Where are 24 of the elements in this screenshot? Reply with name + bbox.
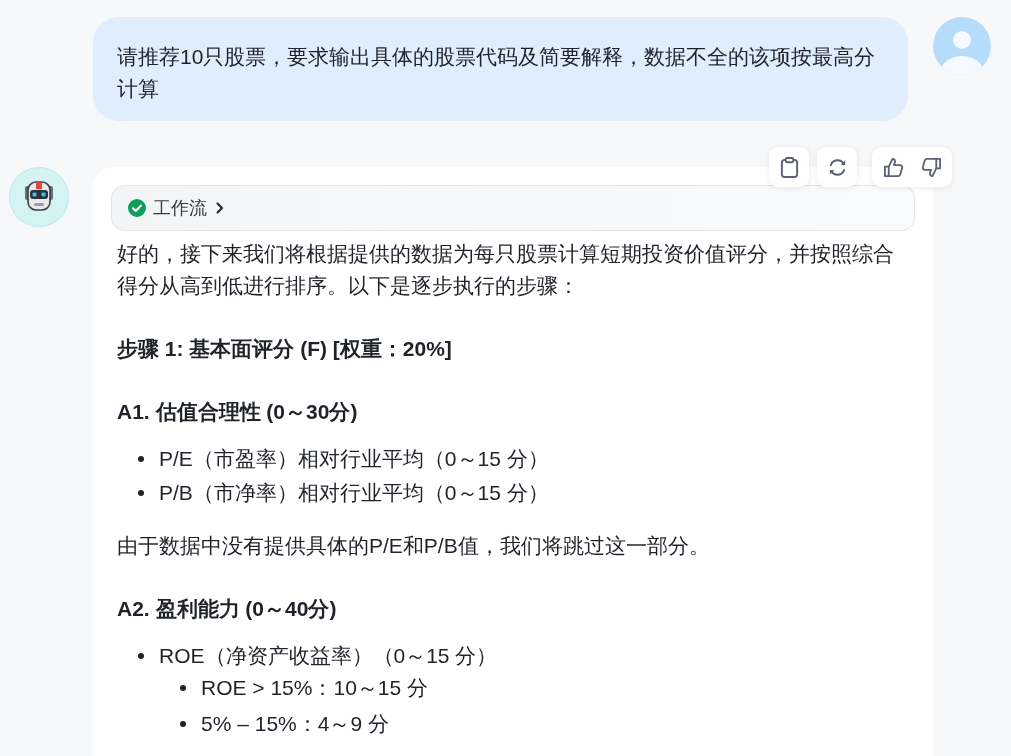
paragraph: 好的，接下来我们将根据提供的数据为每只股票计算短期投资价值评分，并按照综合得分从高到低进行排序。以下是逐步执行的步骤： bbox=[117, 241, 895, 299]
section-heading: A2. 盈利能力 (0～40分) bbox=[117, 596, 338, 622]
robot-avatar-icon bbox=[9, 167, 69, 227]
bullet-dot-icon bbox=[180, 721, 186, 727]
section-heading: 步骤 1: 基本面评分 (F) [权重：20%] bbox=[117, 336, 453, 362]
paragraph: 由于数据中没有提供具体的P/E和P/B值，我们将跳过这一部分。 bbox=[117, 533, 711, 559]
bullet-dot-icon bbox=[138, 490, 144, 496]
list-item-text: ROE > 15%：10～15 分 bbox=[201, 675, 429, 701]
section-heading: A1. 估值合理性 (0～30分) bbox=[117, 399, 359, 425]
list-item-text: P/E（市盈率）相对行业平均（0～15 分） bbox=[159, 446, 549, 472]
bullet-dot-icon bbox=[180, 685, 186, 691]
thumbs-down-icon bbox=[920, 156, 942, 178]
list-item-text: ROE（净资产收益率）（0～15 分） bbox=[159, 643, 498, 669]
clipboard-icon bbox=[778, 156, 800, 178]
user-avatar-icon bbox=[933, 17, 991, 75]
bullet-dot-icon bbox=[138, 456, 144, 462]
workflow-toggle[interactable]: 工作流 bbox=[111, 185, 915, 231]
list-item-text: P/B（市净率）相对行业平均（0～15 分） bbox=[159, 480, 549, 506]
regenerate-button[interactable] bbox=[817, 147, 857, 187]
list-item-text: 5% – 15%：4～9 分 bbox=[201, 711, 389, 737]
user-message: 请推荐10只股票，要求输出具体的股票代码及简要解释，数据不全的该项按最高分计算 bbox=[93, 17, 908, 121]
bullet-dot-icon bbox=[138, 653, 144, 659]
thumbs-up-icon bbox=[882, 156, 904, 178]
copy-button[interactable] bbox=[769, 147, 809, 187]
